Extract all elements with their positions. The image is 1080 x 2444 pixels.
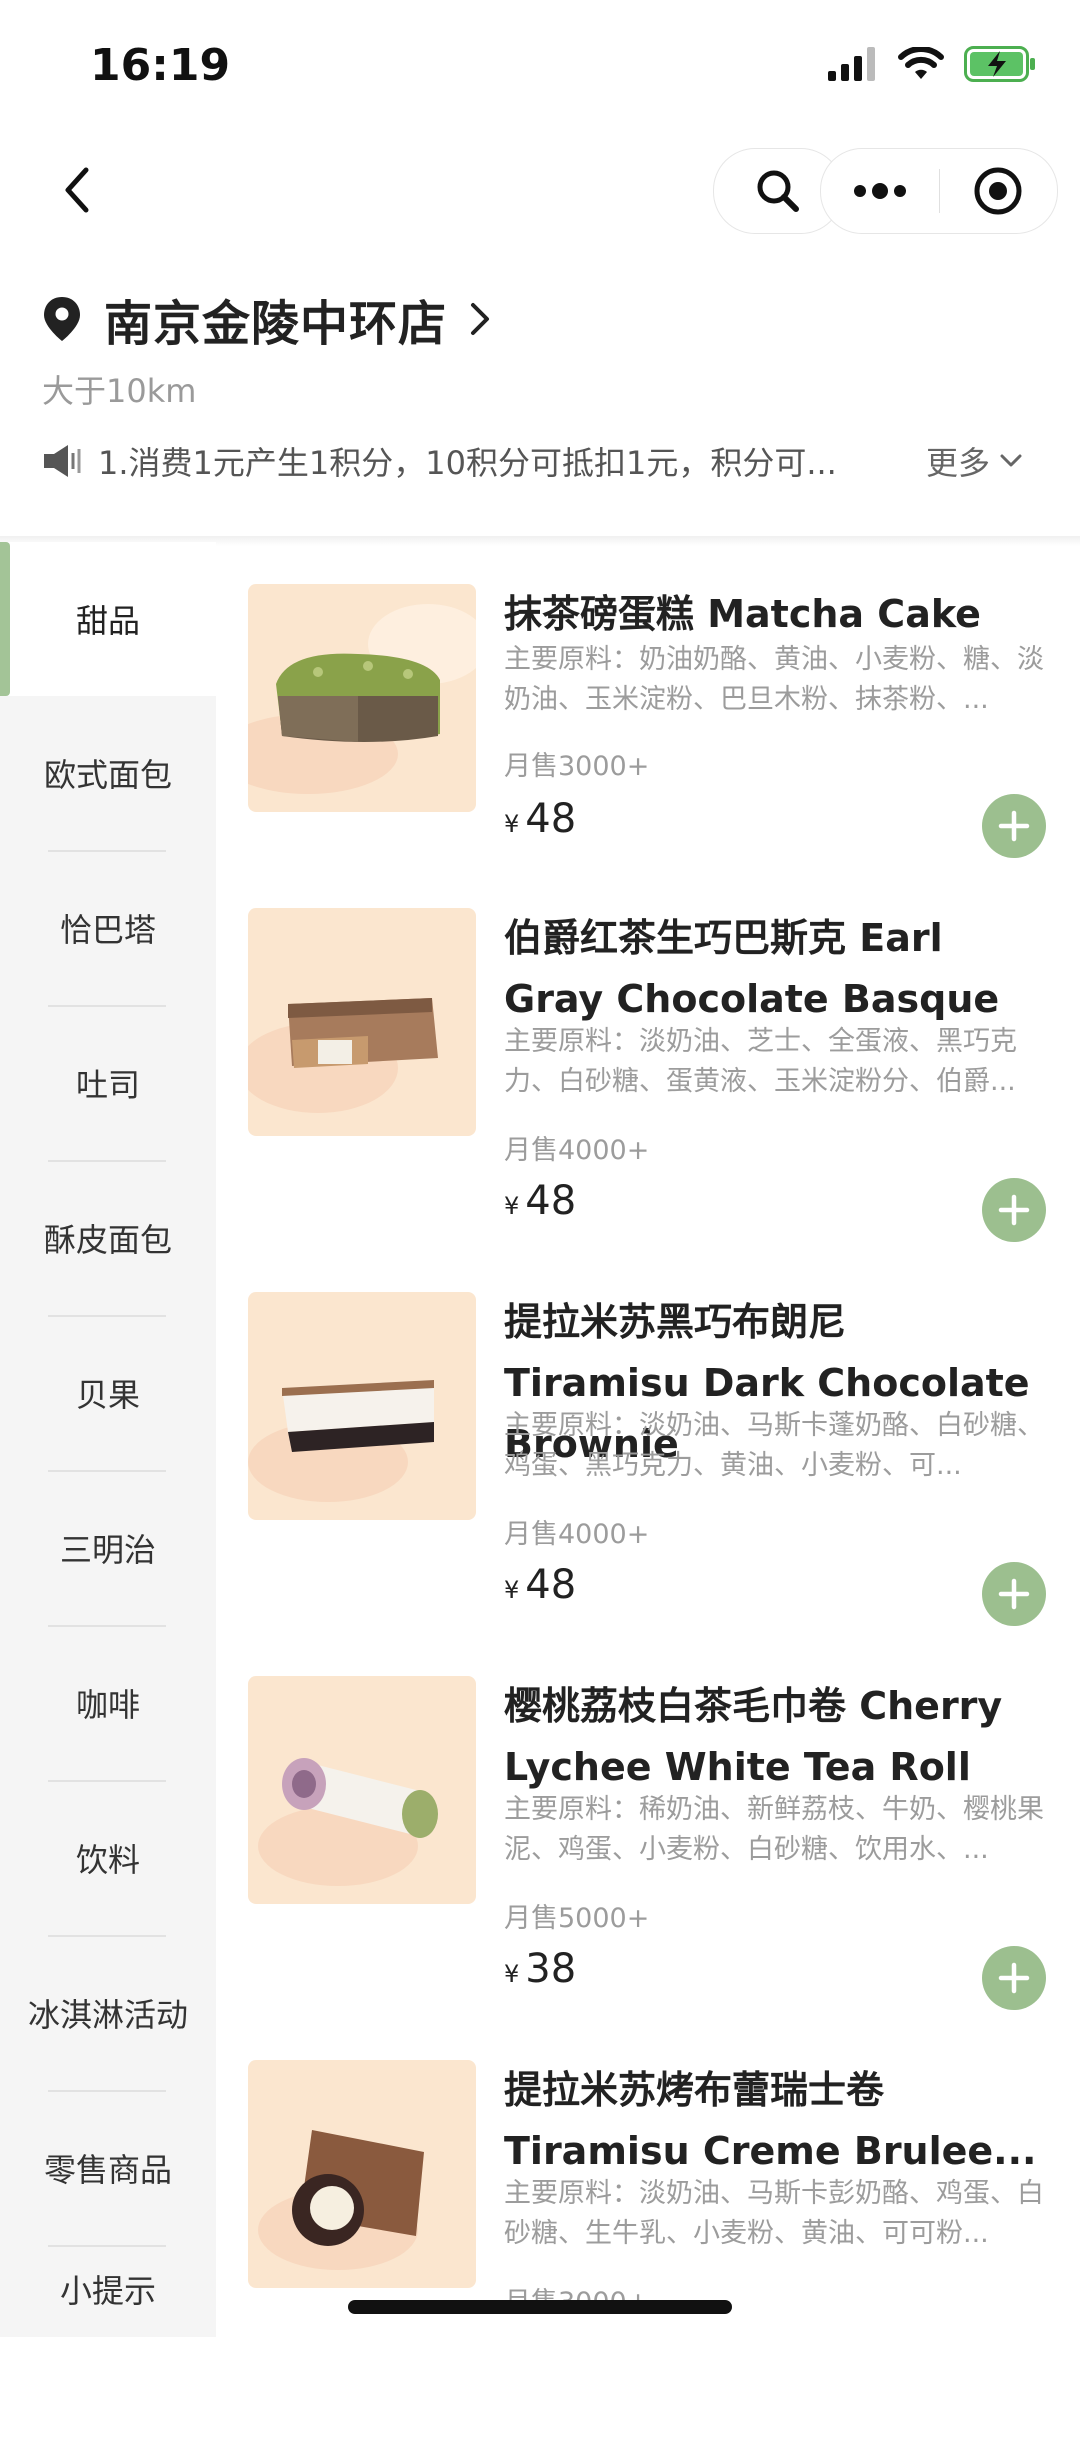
product-title: 提拉米苏烤布蕾瑞士卷 Tiramisu Creme Brulee... [504,2068,1037,2173]
chevron-right-icon [471,303,490,335]
store-name: 南京金陵中环店 [104,296,448,352]
close-miniprogram-button[interactable] [940,149,1058,233]
battery-charging-icon [964,46,1035,82]
status-bar: 16:19 [0,0,1080,130]
category-item-pastry-bread[interactable]: 酥皮面包 [0,1161,216,1315]
product-price: ¥48 [504,796,576,842]
product-price: ¥48 [504,1178,576,1224]
back-button[interactable] [50,160,110,220]
plus-icon [998,1962,1030,1994]
nav-bar [0,130,1080,250]
category-label: 酥皮面包 [43,1221,172,1259]
price-value: 48 [525,796,577,842]
currency-symbol: ¥ [504,1192,520,1220]
product-ingredients: 主要原料：奶油奶酪、黄油、小麦粉、糖、淡奶油、玉米淀粉、巴旦木粉、抹茶粉、... [504,644,1044,715]
product-monthly-sales: 月售4000+ [504,1519,650,1550]
category-item-european-bread[interactable]: 欧式面包 [0,696,216,850]
product-image-cherry-lychee-roll [248,1676,476,1904]
category-item-coffee[interactable]: 咖啡 [0,1626,216,1780]
product-title: 樱桃荔枝白茶毛巾卷 Cherry Lychee White Tea Roll [504,1684,1003,1789]
category-item-retail[interactable]: 零售商品 [0,2091,216,2245]
currency-symbol: ¥ [504,810,520,838]
back-arrow-icon [65,167,89,213]
product-card[interactable]: 提拉米苏烤布蕾瑞士卷 Tiramisu Creme Brulee... 主要原料… [248,2060,1048,2444]
price-value: 48 [525,1562,577,1608]
notice-bar[interactable]: 1.消费1元产生1积分，10积分可抵扣1元，积分可... 更多 [42,436,1042,486]
store-distance: 大于10km [42,372,197,410]
category-item-desserts[interactable]: 甜品 [0,542,216,696]
category-label: 小提示 [59,2272,156,2310]
category-label: 三明治 [59,1531,156,1569]
plus-icon [998,1578,1030,1610]
currency-symbol: ¥ [504,1576,520,1604]
product-image-earl-grey-basque [248,908,476,1136]
product-ingredients: 主要原料：淡奶油、马斯卡蓬奶酪、白砂糖、鸡蛋、黑巧克力、黄油、小麦粉、可... [504,1410,1044,1481]
notice-more-button[interactable]: 更多 [926,436,1022,486]
category-label: 甜品 [75,602,140,640]
currency-symbol: ¥ [504,1960,520,1988]
category-label: 恰巴塔 [59,911,156,949]
signal-icon [828,47,875,81]
notice-text: 1.消费1元产生1积分，10积分可抵扣1元，积分可... [98,444,837,482]
wifi-icon [898,47,944,79]
more-dots-icon [853,183,906,199]
category-label: 冰淇淋活动 [27,1996,188,2034]
store-selector[interactable]: 南京金陵中环店 [42,284,491,354]
product-card[interactable]: 提拉米苏黑巧布朗尼 Tiramisu Dark Chocolate Browni… [248,1292,1048,1676]
notice-more-label: 更多 [925,444,990,482]
price-value: 38 [525,1946,577,1992]
category-label: 贝果 [75,1376,140,1414]
product-monthly-sales: 月售3000+ [504,751,650,782]
add-to-cart-button[interactable] [982,794,1046,858]
category-sidebar: 甜品 欧式面包 恰巴塔 吐司 酥皮面包 贝果 三明治 咖啡 饮料 冰淇淋活动 零… [0,542,216,2337]
add-to-cart-button[interactable] [982,1562,1046,1626]
category-label: 零售商品 [43,2151,172,2189]
category-item-bagel[interactable]: 贝果 [0,1316,216,1470]
status-time: 16:19 [90,40,231,91]
category-item-tips[interactable]: 小提示 [0,2246,216,2400]
location-pin-icon [44,297,80,341]
product-card[interactable]: 樱桃荔枝白茶毛巾卷 Cherry Lychee White Tea Roll 主… [248,1676,1048,2060]
product-image-matcha-cake [248,584,476,812]
active-indicator [0,542,10,696]
plus-icon [998,810,1030,842]
product-card[interactable]: 伯爵红茶生巧巴斯克 Earl Gray Chocolate Basque 主要原… [248,908,1048,1292]
add-to-cart-button[interactable] [982,1946,1046,2010]
category-item-toast[interactable]: 吐司 [0,1006,216,1160]
category-item-sandwich[interactable]: 三明治 [0,1471,216,1625]
category-item-ice-cream-promo[interactable]: 冰淇淋活动 [0,1936,216,2090]
product-price: ¥38 [504,1946,576,1992]
category-item-drinks[interactable]: 饮料 [0,1781,216,1935]
product-image-tiramisu-brulee-roll [248,2060,476,2288]
category-item-ciabatta[interactable]: 恰巴塔 [0,851,216,1005]
price-value: 48 [525,1178,577,1224]
category-label: 欧式面包 [43,756,172,794]
product-monthly-sales: 月售5000+ [504,1903,650,1934]
product-price: ¥48 [504,1562,576,1608]
product-image-tiramisu-brownie [248,1292,476,1520]
add-to-cart-button[interactable] [982,1178,1046,1242]
product-ingredients: 主要原料：淡奶油、芝士、全蛋液、黑巧克力、白砂糖、蛋黄液、玉米淀粉分、伯爵... [504,1026,1017,1097]
status-icons [828,46,1036,82]
chevron-down-icon [1000,454,1022,467]
product-ingredients: 主要原料：淡奶油、马斯卡彭奶酪、鸡蛋、白砂糖、生牛乳、小麦粉、黄油、可可粉... [504,2178,1044,2249]
miniprogram-capsule [820,148,1058,234]
product-monthly-sales: 月售4000+ [504,1135,650,1166]
target-close-icon [974,167,1022,215]
product-title: 伯爵红茶生巧巴斯克 Earl Gray Chocolate Basque [504,916,1000,1021]
product-ingredients: 主要原料：稀奶油、新鲜荔枝、牛奶、樱桃果泥、鸡蛋、小麦粉、白砂糖、饮用水、... [504,1794,1044,1865]
product-title: 抹茶磅蛋糕 Matcha Cake [504,592,981,636]
search-icon [757,170,799,212]
category-label: 吐司 [75,1066,140,1104]
home-indicator [348,2300,732,2314]
speaker-icon [44,445,81,477]
category-label: 饮料 [75,1841,140,1879]
category-label: 咖啡 [75,1686,140,1724]
store-header: 南京金陵中环店 大于10km 1.消费1元产生1积分，10积分可抵扣1元，积分可… [0,270,1080,540]
more-menu-button[interactable] [821,149,939,233]
plus-icon [998,1194,1030,1226]
